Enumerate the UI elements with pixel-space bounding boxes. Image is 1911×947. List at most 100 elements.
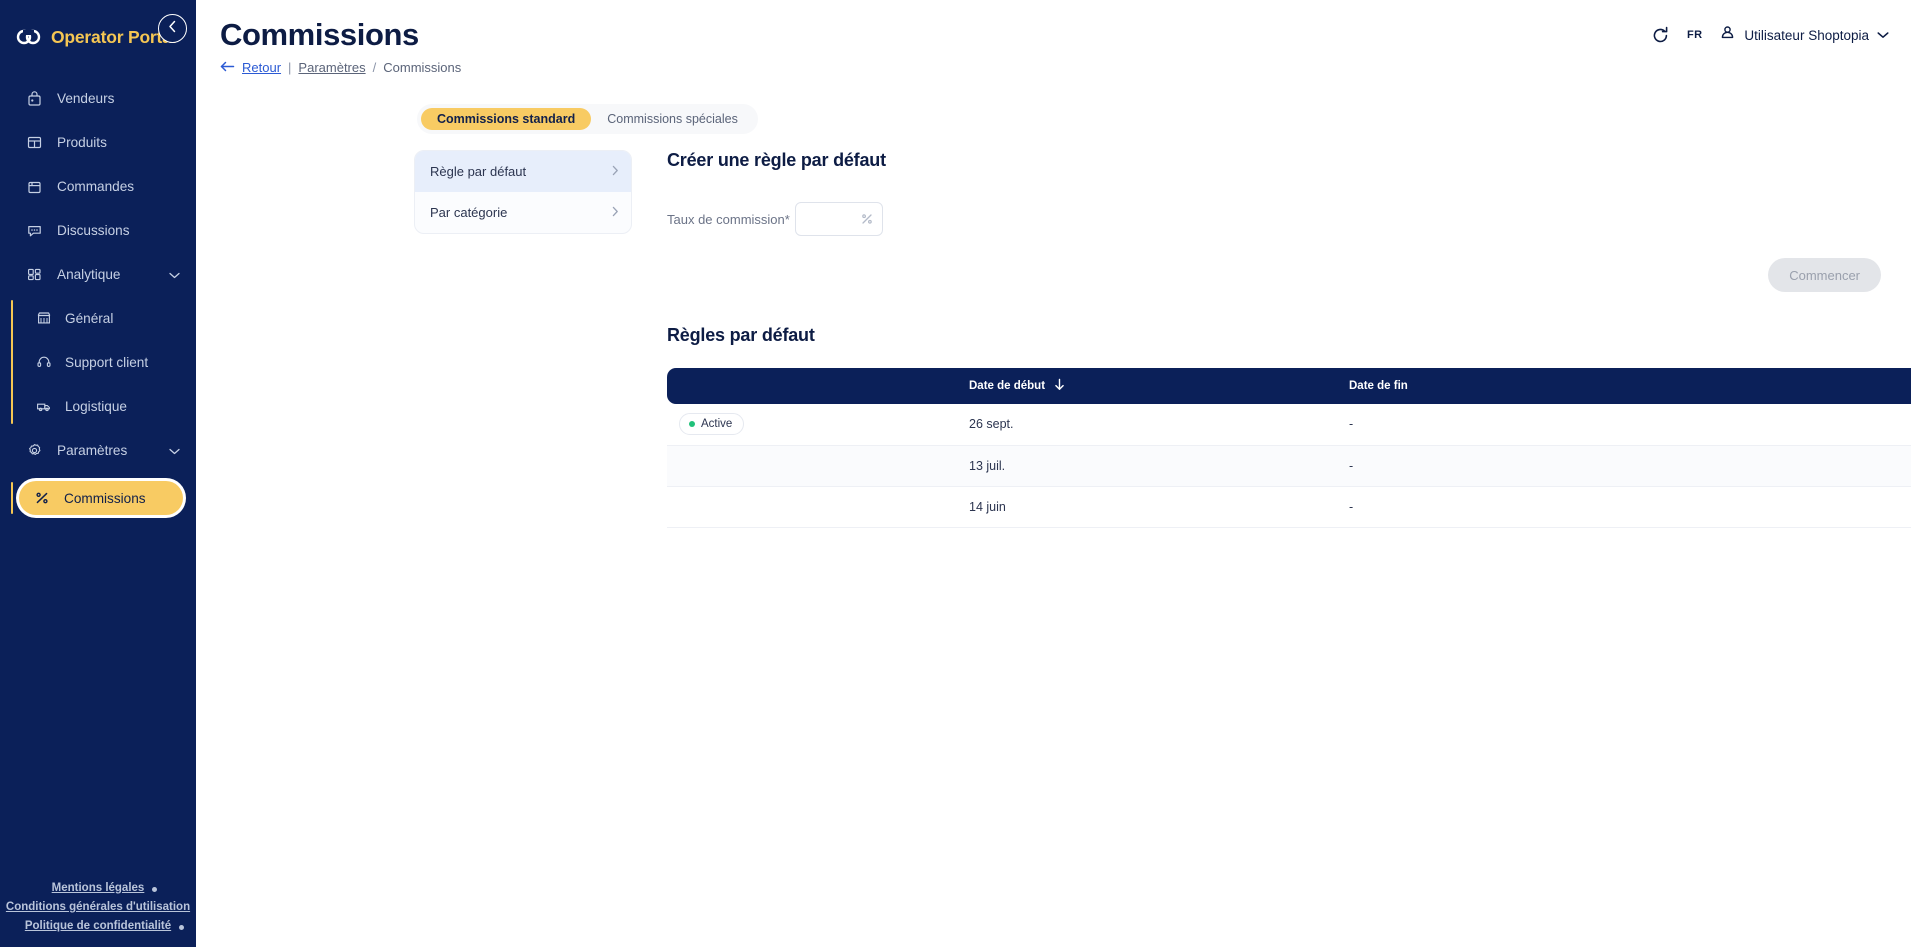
sidebar-item-vendeurs[interactable]: Vendeurs xyxy=(0,76,196,120)
table-row[interactable]: 14 juin - 10 % xyxy=(667,486,1911,528)
tab-commissions-standard[interactable]: Commissions standard xyxy=(421,108,592,130)
storefront-icon xyxy=(36,310,52,326)
column-header-end-date[interactable]: Date de fin xyxy=(1337,368,1727,404)
gear-icon xyxy=(26,442,43,459)
bullet-dot-icon xyxy=(152,887,158,892)
cell-start-date: 26 sept. xyxy=(957,404,1337,446)
cell-end-date: - xyxy=(1337,445,1727,487)
status-badge: Active xyxy=(679,413,745,436)
user-name: Utilisateur Shoptopia xyxy=(1744,27,1869,43)
main-content: Commissions Retour | Paramètres / Commis… xyxy=(196,0,1911,947)
rule-item-regle-par-defaut[interactable]: Règle par défaut xyxy=(415,151,631,192)
language-selector[interactable]: FR xyxy=(1687,29,1702,41)
commission-rate-input[interactable] xyxy=(796,203,882,235)
sidebar-item-label: Paramètres xyxy=(57,442,128,458)
commission-rate-input-wrap xyxy=(795,202,883,236)
chevron-down-icon xyxy=(169,267,180,282)
chat-bubble-icon xyxy=(26,222,43,239)
topbar-actions: FR Utilisateur Shoptopia xyxy=(1651,24,1889,46)
table-row[interactable]: Active 26 sept. - 11 % xyxy=(667,404,1911,446)
breadcrumb-slash: / xyxy=(372,60,377,75)
breadcrumb: Retour | Paramètres / Commissions xyxy=(220,60,461,75)
cell-status xyxy=(667,486,957,528)
cell-start-date: 13 juil. xyxy=(957,445,1337,487)
footer-link-legal[interactable]: Mentions légales xyxy=(0,882,196,894)
cell-start-date: 14 juin xyxy=(957,486,1337,528)
status-badge-label: Active xyxy=(701,418,733,431)
form-title: Créer une règle par défaut xyxy=(667,150,886,170)
sidebar-item-commissions-wrap: Commissions xyxy=(16,478,186,518)
breadcrumb-parent-link[interactable]: Paramètres xyxy=(298,60,365,75)
cell-end-date: - xyxy=(1337,486,1727,528)
status-dot-icon xyxy=(689,421,695,428)
required-mark: * xyxy=(784,211,790,227)
sidebar-item-logistique[interactable]: Logistique xyxy=(0,384,196,428)
commission-tabs: Commissions standard Commissions spécial… xyxy=(417,104,758,134)
table-row[interactable]: 13 juil. - 12 % xyxy=(667,445,1911,487)
sidebar-item-label: Produits xyxy=(57,134,107,150)
refresh-icon[interactable] xyxy=(1651,26,1670,45)
rule-item-label: Par catégorie xyxy=(430,205,508,220)
cell-rate: 12 % xyxy=(1727,445,1911,487)
default-rules-section: Règles par défaut Date de début Date de … xyxy=(667,325,1911,528)
column-header-status[interactable] xyxy=(667,368,957,404)
chevron-right-icon xyxy=(612,164,619,179)
sidebar-subitem-label: Logistique xyxy=(65,398,127,414)
sidebar-item-commissions[interactable]: Commissions xyxy=(19,481,183,515)
sidebar-item-analytique[interactable]: Analytique xyxy=(0,252,196,296)
create-rule-form: Créer une règle par défaut Taux de commi… xyxy=(667,150,1911,292)
truck-icon xyxy=(36,398,52,414)
percent-icon xyxy=(33,490,50,507)
footer-link-label: Mentions légales xyxy=(51,882,145,894)
sidebar-item-label: Commandes xyxy=(57,178,135,194)
arrow-left-icon xyxy=(220,60,235,75)
sidebar-item-produits[interactable]: Produits xyxy=(0,120,196,164)
page-title: Commissions xyxy=(220,17,419,52)
sidebar-analytics-subgroup: Général Support client Logistique xyxy=(0,296,196,428)
footer-link-privacy[interactable]: Politique de confidentialité xyxy=(0,920,196,932)
infinity-logo-icon xyxy=(16,28,42,46)
sidebar: Operator Portal Vendeurs Produits Comman… xyxy=(0,0,196,947)
topbar: Commissions Retour | Paramètres / Commis… xyxy=(196,0,1911,100)
sidebar-item-commandes[interactable]: Commandes xyxy=(0,164,196,208)
bullet-dot-icon xyxy=(179,925,185,930)
user-menu[interactable]: Utilisateur Shoptopia xyxy=(1719,24,1889,46)
tab-commissions-speciales[interactable]: Commissions spéciales xyxy=(591,108,754,130)
shopping-bag-icon xyxy=(26,178,43,195)
sidebar-item-parametres[interactable]: Paramètres xyxy=(0,428,196,472)
sidebar-item-general[interactable]: Général xyxy=(0,296,196,340)
sidebar-collapse-button[interactable] xyxy=(158,14,187,43)
breadcrumb-back-link[interactable]: Retour xyxy=(242,60,281,75)
analytics-icon xyxy=(26,266,43,283)
start-button[interactable]: Commencer xyxy=(1768,258,1881,292)
footer-link-label: Politique de confidentialité xyxy=(24,920,172,932)
breadcrumb-current: Commissions xyxy=(383,60,462,75)
headset-icon xyxy=(36,354,52,370)
table-body: Active 26 sept. - 11 % 13 juil. - 12 % xyxy=(667,404,1911,528)
cell-status: Active xyxy=(667,404,957,446)
rule-item-label: Règle par défaut xyxy=(430,164,527,179)
rule-item-par-categorie[interactable]: Par catégorie xyxy=(415,192,631,233)
chevron-left-icon xyxy=(168,20,177,38)
sidebar-item-label: Analytique xyxy=(57,266,121,282)
chevron-down-icon xyxy=(169,443,180,458)
cell-status xyxy=(667,445,957,487)
sidebar-footer: Mentions légales Conditions générales d'… xyxy=(0,882,196,939)
sidebar-item-discussions[interactable]: Discussions xyxy=(0,208,196,252)
footer-link-label: Conditions générales d'utilisation xyxy=(5,901,191,913)
cell-rate: 10 % xyxy=(1727,486,1911,528)
commission-rate-label: Taux de commission* xyxy=(667,212,795,227)
default-rules-table-wrap: Date de début Date de fin Taux xyxy=(667,368,1911,528)
column-header-start-date[interactable]: Date de début xyxy=(957,368,1337,404)
sidebar-item-support-client[interactable]: Support client xyxy=(0,340,196,384)
footer-link-terms[interactable]: Conditions générales d'utilisation xyxy=(0,901,196,913)
sidebar-nav: Vendeurs Produits Commandes Discussions xyxy=(0,76,196,518)
arrow-down-icon xyxy=(1054,378,1065,394)
sidebar-settings-subgroup: Commissions xyxy=(0,478,196,518)
app-root: Operator Portal Vendeurs Produits Comman… xyxy=(0,0,1911,947)
table-head: Date de début Date de fin Taux xyxy=(667,368,1911,404)
sidebar-item-label: Commissions xyxy=(64,490,146,506)
column-header-rate[interactable]: Taux xyxy=(1727,368,1911,404)
product-grid-icon xyxy=(26,134,43,151)
sidebar-item-label: Vendeurs xyxy=(57,90,115,106)
